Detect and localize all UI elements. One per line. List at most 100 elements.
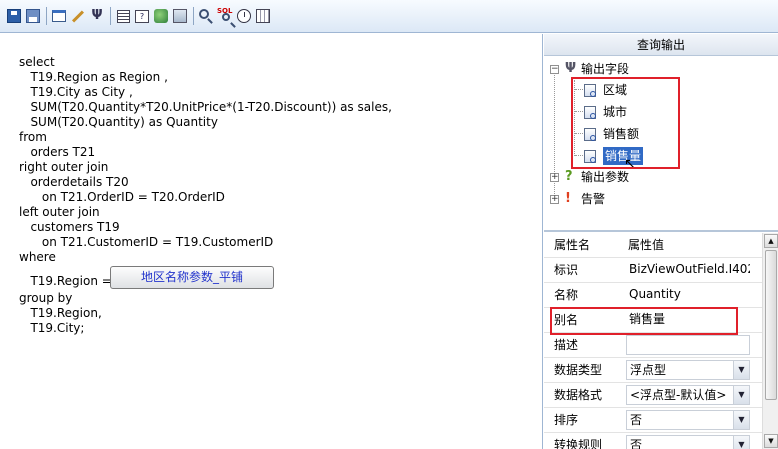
sql-line: T19.Region = [19, 274, 112, 288]
chevron-down-icon[interactable]: ▼ [733, 411, 749, 429]
property-row-sort: 排序 否 ▼ [544, 408, 762, 433]
property-value-id[interactable]: BizViewOutField.I402 [626, 260, 750, 280]
fork-icon: Ψ [91, 8, 103, 23]
sql-line: T19.Region as Region , [19, 70, 168, 84]
sql-line: from [19, 130, 47, 144]
clock-button[interactable] [236, 8, 252, 24]
select-value: 否 [630, 413, 643, 427]
sort-select[interactable]: 否 ▼ [626, 410, 750, 430]
grid-button[interactable] [115, 8, 131, 24]
save-as-button[interactable] [25, 8, 41, 24]
database-config-button[interactable] [172, 8, 188, 24]
property-name: 数据格式 [554, 388, 603, 402]
convert-rule-select[interactable]: 否 ▼ [626, 435, 750, 449]
panel-title: 查询输出 [544, 34, 778, 56]
select-value: <浮点型-默认值> [630, 388, 727, 402]
sql-line: where [19, 250, 56, 264]
sql-line: on T21.OrderID = T20.OrderID [19, 190, 225, 204]
property-row-name: 名称 Quantity [544, 283, 762, 308]
clock-icon [237, 9, 251, 23]
wizard-icon [71, 9, 85, 23]
toolbar-separator [110, 7, 111, 25]
property-row-data-format: 数据格式 <浮点型-默认值> ▼ [544, 383, 762, 408]
tree-node-label: 输出字段 [581, 62, 630, 76]
property-value-description[interactable] [626, 335, 750, 355]
property-row-convert-rule: 转换规则 否 ▼ [544, 433, 762, 449]
highlight-box [571, 77, 680, 169]
property-name: 数据类型 [554, 363, 603, 377]
sql-editor[interactable]: select T19.Region as Region , T19.City a… [0, 34, 543, 449]
property-grid-header: 属性名 属性值 [544, 233, 762, 258]
sql-line: SUM(T20.Quantity) as Quantity [19, 115, 218, 129]
data-type-select[interactable]: 浮点型 ▼ [626, 360, 750, 380]
region-param-button[interactable]: 地区名称参数_平铺 [110, 266, 274, 289]
query-output-panel: 查询输出 − Ψ 输出字段 区域 城市 销售额 销售量 ↖ + ? 输出参数 +… [544, 34, 778, 449]
find-icon [222, 13, 230, 21]
database-config-icon [173, 9, 187, 23]
property-grid: 属性名 属性值 标识 BizViewOutField.I402 名称 Quant… [544, 233, 762, 449]
tree-node-label: 输出参数 [581, 170, 630, 184]
property-value-name[interactable]: Quantity [626, 285, 750, 305]
toolbar: Ψ ? SQL [0, 0, 778, 33]
property-row-data-type: 数据类型 浮点型 ▼ [544, 358, 762, 383]
save-icon [7, 9, 21, 23]
chevron-down-icon[interactable]: ▼ [733, 361, 749, 379]
expand-toggle[interactable]: + [550, 194, 559, 204]
collapse-toggle[interactable]: − [550, 64, 559, 74]
select-value: 否 [630, 438, 643, 449]
toolbar-separator [193, 7, 194, 25]
property-name: 转换规则 [554, 438, 603, 449]
find-button[interactable] [198, 8, 214, 24]
chevron-down-icon[interactable]: ▼ [733, 386, 749, 404]
sql-line: left outer join [19, 205, 100, 219]
tree-node-label: 告警 [581, 192, 606, 206]
question-icon: ? [565, 169, 573, 184]
tree-node-alerts[interactable]: + ! 告警 [550, 190, 605, 208]
sql-button[interactable]: SQL [217, 7, 233, 24]
property-name-header: 属性名 [554, 238, 591, 252]
sql-line: T19.Region, [19, 306, 102, 320]
sql-line: right outer join [19, 160, 109, 174]
sql-line: orderdetails T20 [19, 175, 129, 189]
find-icon [199, 9, 209, 19]
save-as-icon [26, 9, 40, 23]
tree-node-output-params[interactable]: + ? 输出参数 [550, 168, 629, 186]
sql-line: orders T21 [19, 145, 96, 159]
expand-toggle[interactable]: + [550, 172, 559, 182]
sql-line: select [19, 55, 55, 69]
sql-line: customers T19 [19, 220, 120, 234]
alert-icon: ! [565, 191, 571, 206]
property-scrollbar[interactable]: ▲ ▼ [762, 233, 778, 449]
property-name: 排序 [554, 413, 579, 427]
scroll-up-icon[interactable]: ▲ [764, 234, 778, 248]
sql-line: group by [19, 291, 73, 305]
database-button[interactable] [153, 8, 169, 24]
property-name: 标识 [554, 263, 579, 277]
property-name: 描述 [554, 338, 579, 352]
sql-line: on T21.CustomerID = T19.CustomerID [19, 235, 274, 249]
data-format-select[interactable]: <浮点型-默认值> ▼ [626, 385, 750, 405]
scroll-thumb[interactable] [765, 250, 777, 400]
wizard-button[interactable] [70, 8, 86, 24]
database-icon [154, 9, 168, 23]
sql-line: T19.City; [19, 321, 85, 335]
property-row-description: 描述 [544, 333, 762, 358]
sql-line: SUM(T20.Quantity*T20.UnitPrice*(1-T20.Di… [19, 100, 392, 114]
save-button[interactable] [6, 8, 22, 24]
window-icon [52, 10, 66, 22]
tree-node-output-fields[interactable]: − Ψ 输出字段 [550, 60, 629, 78]
chevron-down-icon[interactable]: ▼ [733, 436, 749, 449]
property-row-id: 标识 BizViewOutField.I402 [544, 258, 762, 283]
sql-line: T19.City as City , [19, 85, 133, 99]
property-value-header: 属性值 [628, 238, 665, 252]
grid-icon [116, 9, 130, 23]
fork-button[interactable]: Ψ [89, 8, 105, 24]
select-value: 浮点型 [630, 363, 667, 377]
query-button[interactable]: ? [134, 8, 150, 24]
query-icon: ? [135, 9, 149, 23]
window-button[interactable] [51, 8, 67, 24]
settings-button[interactable] [255, 8, 271, 24]
settings-icon [256, 9, 270, 23]
toolbar-separator [46, 7, 47, 25]
scroll-down-icon[interactable]: ▼ [764, 434, 778, 448]
